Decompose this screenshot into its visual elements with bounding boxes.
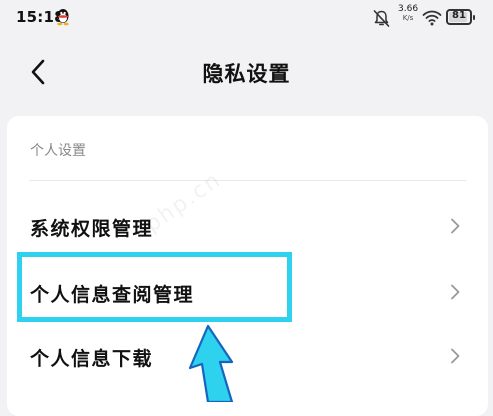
qq-icon — [57, 9, 69, 26]
list-item-personal-info-download[interactable]: 个人信息下载 — [7, 326, 488, 386]
list-item-label: 个人信息查阅管理 — [30, 284, 195, 306]
chevron-right-icon — [451, 218, 460, 234]
chevron-right-icon — [451, 348, 460, 364]
battery-level: 81 — [452, 10, 466, 21]
list-item-label: 个人信息下载 — [30, 348, 154, 370]
settings-card: 个人设置 系统权限管理 个人信息查阅管理 个人信息下载 — [7, 116, 488, 416]
net-speed: 3.66 K/s — [398, 5, 418, 22]
divider — [29, 180, 466, 181]
chevron-right-icon — [451, 284, 460, 300]
battery-icon: 81 — [446, 9, 475, 25]
page-title: 隐私设置 — [202, 62, 291, 86]
list-item-personal-info-access[interactable]: 个人信息查阅管理 — [7, 262, 488, 322]
status-bar: 15:18 3.66 K/s 81 — [0, 0, 493, 38]
wifi-icon — [422, 10, 442, 26]
section-header: 个人设置 — [30, 143, 86, 159]
list-item-label: 系统权限管理 — [30, 218, 154, 240]
mute-icon — [373, 10, 390, 27]
list-item-system-permissions[interactable]: 系统权限管理 — [7, 196, 488, 256]
net-speed-unit: K/s — [402, 14, 414, 22]
net-speed-value: 3.66 — [398, 4, 419, 14]
